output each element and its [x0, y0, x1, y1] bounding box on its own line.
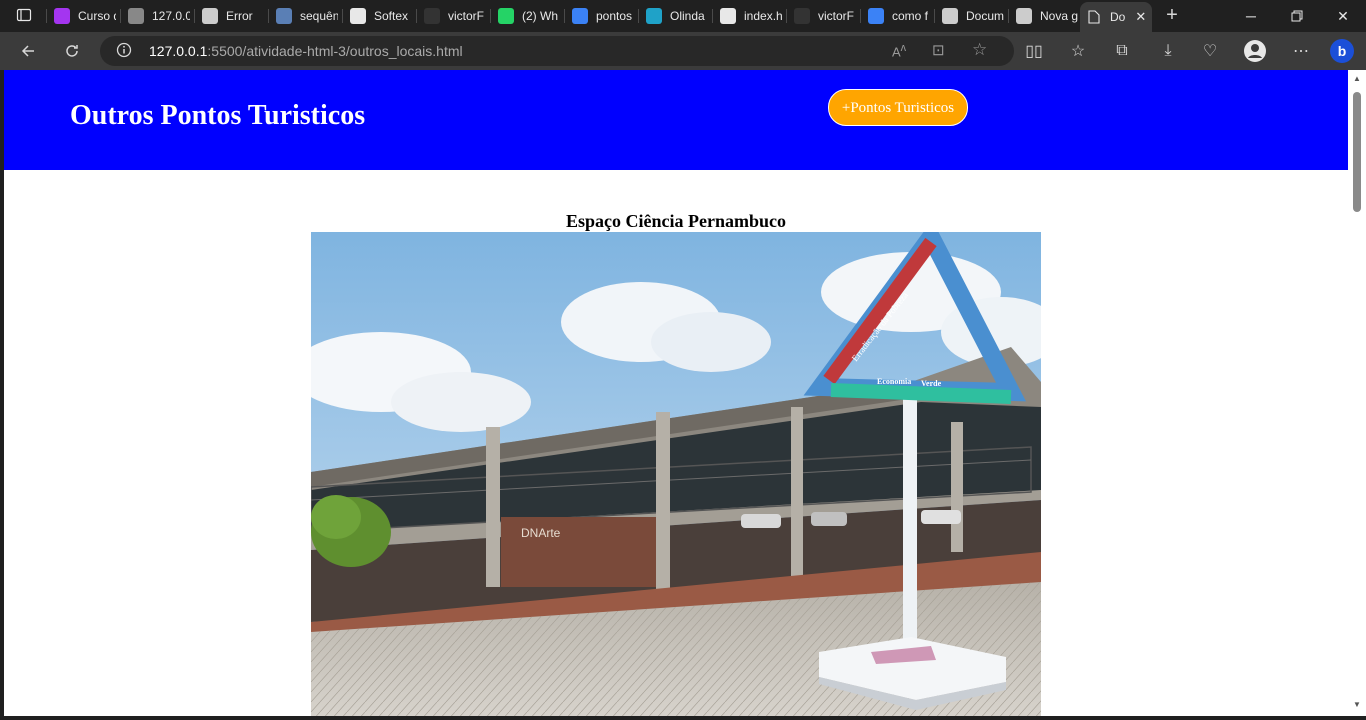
tab-active[interactable]: Do ✕ — [1080, 2, 1152, 32]
tab-separator — [786, 9, 787, 23]
tab-2[interactable]: Error — [196, 2, 264, 30]
building-sign: DNArte — [521, 526, 561, 540]
page-viewport: Outros Pontos Turisticos +Pontos Turisti… — [4, 70, 1348, 716]
tab-separator — [1008, 9, 1009, 23]
more-menu-icon[interactable]: ⋯ — [1287, 38, 1315, 64]
tab-label: (2) Wh — [522, 9, 558, 23]
tab-3[interactable]: sequên — [270, 2, 338, 30]
tab-label: pontos — [596, 9, 633, 23]
split-screen-icon[interactable]: ▯▯ — [1020, 38, 1048, 64]
document-icon — [942, 8, 958, 24]
page-icon — [128, 8, 144, 24]
scroll-up-icon[interactable]: ▲ — [1352, 74, 1362, 84]
back-icon[interactable] — [14, 38, 42, 64]
tab-label: Docum — [966, 9, 1004, 23]
tab-separator — [46, 9, 47, 23]
window-bottom-edge — [0, 716, 1366, 720]
pontos-turisticos-button[interactable]: +Pontos Turisticos — [828, 89, 968, 126]
search-icon — [868, 8, 884, 24]
github-icon — [794, 8, 810, 24]
newtab-icon — [1016, 8, 1032, 24]
tab-separator — [120, 9, 121, 23]
tab-bar: Curso d 127.0.0 Error sequên Softex victorF (2… — [0, 0, 1366, 32]
tab-actions-icon[interactable] — [10, 2, 38, 28]
tab-10[interactable]: victorF — [788, 2, 856, 30]
tab-label: Olinda — [670, 9, 705, 23]
tab-label: sequên — [300, 9, 338, 23]
tab-separator — [490, 9, 491, 23]
search-icon — [572, 8, 588, 24]
script-icon — [276, 8, 292, 24]
close-tab-icon[interactable]: ✕ — [1135, 9, 1146, 25]
new-tab-icon[interactable]: + — [1158, 2, 1186, 28]
copilot-icon[interactable]: b — [1328, 38, 1356, 64]
tab-label: Curso d — [78, 9, 116, 23]
url-path: :5500/atividade-html-3/outros_locais.htm… — [207, 43, 463, 59]
scroll-down-icon[interactable]: ▼ — [1352, 700, 1362, 710]
github-icon — [424, 8, 440, 24]
tab-separator — [416, 9, 417, 23]
tab-1[interactable]: 127.0.0 — [122, 2, 190, 30]
url-text: 127.0.0.1:5500/atividade-html-3/outros_l… — [149, 43, 463, 59]
document-icon — [202, 8, 218, 24]
tab-6[interactable]: (2) Wh — [492, 2, 560, 30]
tab-separator — [712, 9, 713, 23]
tab-4[interactable]: Softex — [344, 2, 412, 30]
tab-separator — [194, 9, 195, 23]
page-title: Outros Pontos Turisticos — [70, 100, 366, 131]
tab-label: Nova g — [1040, 9, 1078, 23]
url-host: 127.0.0.1 — [149, 43, 208, 59]
immersive-reader-icon[interactable]: ⊡ — [932, 41, 945, 59]
page-header: Outros Pontos Turisticos +Pontos Turisti… — [4, 70, 1348, 170]
profile-avatar[interactable] — [1241, 38, 1269, 64]
softex-icon — [350, 8, 366, 24]
address-bar[interactable]: 127.0.0.1:5500/atividade-html-3/outros_l… — [100, 36, 1014, 66]
udemy-icon — [54, 8, 70, 24]
tab-label: 127.0.0 — [152, 9, 190, 23]
triangle-label-verde: Verde — [921, 379, 942, 388]
favorites-icon[interactable]: ☆ — [1064, 38, 1092, 64]
tab-label: Do — [1110, 10, 1126, 24]
document-icon — [1086, 9, 1102, 25]
tab-0[interactable]: Curso d — [48, 2, 116, 30]
tab-11[interactable]: como f — [862, 2, 930, 30]
tab-label: Softex — [374, 9, 409, 23]
add-favorite-icon[interactable]: ☆ — [972, 40, 987, 60]
tab-label: Error — [226, 9, 253, 23]
tab-label: index.h — [744, 9, 782, 23]
tab-separator — [342, 9, 343, 23]
tab-12[interactable]: Docum — [936, 2, 1004, 30]
refresh-icon[interactable] — [58, 38, 86, 64]
tab-9[interactable]: index.h — [714, 2, 782, 30]
check-icon — [646, 8, 662, 24]
svg-text:b: b — [1338, 43, 1347, 59]
tab-separator — [638, 9, 639, 23]
github-icon — [720, 8, 736, 24]
tab-separator — [564, 9, 565, 23]
page-scrollbar[interactable]: ▲ ▼ — [1348, 70, 1366, 716]
tab-label: victorF — [448, 9, 484, 23]
read-aloud-icon[interactable]: Aʌ — [892, 42, 906, 59]
close-window-icon[interactable]: ✕ — [1320, 0, 1366, 32]
downloads-icon[interactable]: ⤓ — [1154, 38, 1182, 64]
tab-label: como f — [892, 9, 929, 23]
tab-separator — [268, 9, 269, 23]
tab-label: victorF — [818, 9, 854, 23]
place-title: Espaço Ciência Pernambuco — [566, 211, 786, 231]
tab-8[interactable]: Olinda — [640, 2, 708, 30]
place-photo: DNArte Erradicação da Pobreza Economia V… — [311, 232, 1041, 716]
collections-icon[interactable]: ⧉ — [1108, 38, 1136, 64]
whatsapp-icon — [498, 8, 514, 24]
scroll-thumb[interactable] — [1353, 92, 1361, 212]
tab-7[interactable]: pontos — [566, 2, 634, 30]
triangle-label-economia: Economia — [877, 377, 911, 386]
minimize-icon[interactable]: ─ — [1228, 0, 1274, 32]
browser-essentials-icon[interactable]: ♡ — [1196, 38, 1224, 64]
tab-separator — [934, 9, 935, 23]
tab-separator — [860, 9, 861, 23]
tab-13[interactable]: Nova g — [1010, 2, 1078, 30]
site-info-icon[interactable] — [116, 42, 132, 63]
restore-icon[interactable] — [1274, 0, 1320, 32]
tab-5[interactable]: victorF — [418, 2, 486, 30]
